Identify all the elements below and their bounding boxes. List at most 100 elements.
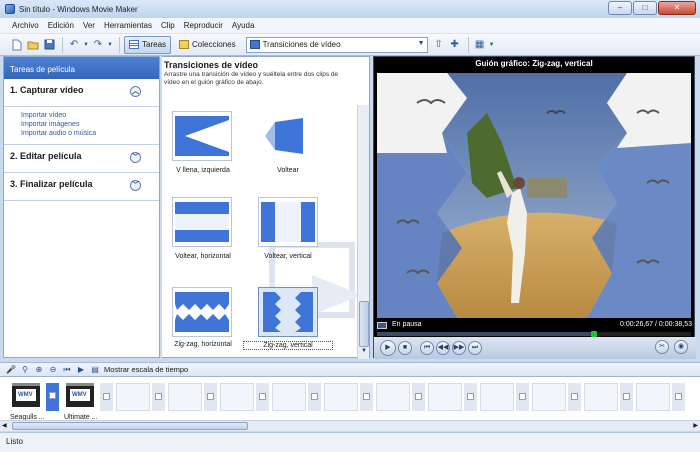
transition-cell-icon <box>623 393 630 400</box>
transition-cell[interactable] <box>464 383 477 411</box>
new-collection-icon[interactable]: ✚ <box>448 38 462 52</box>
empty-clip-cell[interactable] <box>272 383 306 411</box>
transition-thumb-v-fill-left[interactable] <box>172 111 232 161</box>
undo-dropdown-icon[interactable]: ▼ <box>83 38 89 52</box>
maximize-button[interactable]: □ <box>633 1 657 15</box>
transition-cell[interactable] <box>204 383 217 411</box>
scroll-down-icon[interactable]: ▼ <box>359 348 369 358</box>
transition-cell[interactable] <box>672 383 685 411</box>
transition-thumb-flip[interactable] <box>258 111 318 161</box>
menu-edicion[interactable]: Edición <box>48 21 74 30</box>
section-edit-movie[interactable]: 2. Editar película ﹀ <box>4 145 159 173</box>
transition-cell[interactable] <box>620 383 633 411</box>
link-import-video[interactable]: Importar vídeo <box>21 111 159 120</box>
menu-ver[interactable]: Ver <box>83 21 95 30</box>
empty-clip-cell[interactable] <box>584 383 618 411</box>
tasks-button[interactable]: Tareas <box>124 35 172 54</box>
rewind-button[interactable]: ◀◀ <box>436 341 450 355</box>
timeline-toggle-icon[interactable]: ▤ <box>90 365 100 375</box>
minimize-button[interactable]: – <box>608 1 632 15</box>
up-level-icon[interactable]: ⇧ <box>432 38 446 52</box>
transition-cell-icon <box>519 393 526 400</box>
previous-frame-button[interactable]: ⏮ <box>420 341 434 355</box>
menu-archivo[interactable]: Archivo <box>12 21 39 30</box>
scroll-right-icon[interactable]: ▶ <box>693 422 698 429</box>
transitions-scrollbar[interactable]: ▼ <box>357 105 369 359</box>
window-title: Sin título - Windows Movie Maker <box>19 4 138 14</box>
empty-clip-cell[interactable] <box>428 383 462 411</box>
section-finish-movie[interactable]: 3. Finalizar película ﹀ <box>4 173 159 201</box>
transition-thumb-flip-vertical[interactable] <box>258 197 318 247</box>
scrollbar-thumb[interactable] <box>12 422 248 430</box>
empty-clip-cell[interactable] <box>220 383 254 411</box>
play-storyboard-icon[interactable]: ▶ <box>76 365 86 375</box>
chevron-down-icon[interactable]: ﹀ <box>130 152 141 163</box>
clip-thumbnail[interactable]: WMV <box>64 381 96 411</box>
clip-thumbnail[interactable]: WMV <box>10 381 42 411</box>
redo-dropdown-icon[interactable]: ▼ <box>107 38 113 52</box>
transition-cell-icon <box>103 393 110 400</box>
close-button[interactable]: ✕ <box>658 1 696 15</box>
link-import-audio[interactable]: Importar audio o música <box>21 129 159 138</box>
scroll-left-icon[interactable]: ◀ <box>2 422 7 429</box>
scrollbar-thumb[interactable] <box>359 301 369 347</box>
new-project-icon[interactable] <box>10 38 24 52</box>
snapshot-icon[interactable]: ◉ <box>674 340 688 354</box>
empty-clip-cell[interactable] <box>324 383 358 411</box>
transition-thumb-zigzag-horizontal[interactable] <box>172 287 232 337</box>
transition-cell[interactable] <box>412 383 425 411</box>
split-clip-icon[interactable]: ✂ <box>655 340 669 354</box>
tasks-icon <box>129 40 139 49</box>
transition-cell[interactable] <box>516 383 529 411</box>
transition-cell-icon <box>675 393 682 400</box>
zoom-out-icon[interactable]: ⊖ <box>48 365 58 375</box>
transition-thumb-flip-horizontal[interactable] <box>172 197 232 247</box>
section-capture-video[interactable]: 1. Capturar vídeo ︿ <box>4 79 159 107</box>
transition-cell[interactable] <box>100 383 113 411</box>
menu-reproducir[interactable]: Reproducir <box>184 21 223 30</box>
collections-button[interactable]: Colecciones <box>174 36 241 54</box>
empty-clip-cell[interactable] <box>480 383 514 411</box>
view-options-icon[interactable]: ▦ <box>473 38 487 52</box>
zoom-in-icon[interactable]: ⊕ <box>34 365 44 375</box>
transition-cell[interactable] <box>360 383 373 411</box>
seek-bar[interactable] <box>377 331 691 337</box>
narration-icon[interactable]: 🎤 <box>6 365 16 375</box>
undo-icon[interactable]: ↶ <box>67 38 81 52</box>
next-frame-button[interactable]: ⏭ <box>468 341 482 355</box>
transition-cell[interactable] <box>152 383 165 411</box>
storyboard-toolbar: 🎤 ⚲ ⊕ ⊖ ⏮ ▶ ▤ Mostrar escala de tiempo <box>0 362 700 376</box>
menu-ayuda[interactable]: Ayuda <box>232 21 255 30</box>
empty-clip-cell[interactable] <box>636 383 670 411</box>
chevron-down-icon[interactable]: ﹀ <box>130 180 141 191</box>
view-dropdown-icon[interactable]: ▼ <box>489 38 495 52</box>
empty-clip-cell[interactable] <box>532 383 566 411</box>
menu-herramientas[interactable]: Herramientas <box>104 21 152 30</box>
empty-clip-cell[interactable] <box>376 383 410 411</box>
transitions-title: Transiciones de vídeo <box>164 60 259 70</box>
transition-label: Voltear, vertical <box>264 253 312 260</box>
transition-cell[interactable] <box>568 383 581 411</box>
preview-title: Guión gráfico: Zig-zag, vertical <box>475 59 593 68</box>
empty-clip-cell[interactable] <box>168 383 202 411</box>
chevron-up-icon[interactable]: ︿ <box>130 86 141 97</box>
transition-cell[interactable] <box>46 383 59 411</box>
redo-icon[interactable]: ↷ <box>91 38 105 52</box>
audio-levels-icon[interactable]: ⚲ <box>20 365 30 375</box>
save-project-icon[interactable] <box>42 38 56 52</box>
forward-button[interactable]: ▶▶ <box>452 341 466 355</box>
menu-clip[interactable]: Clip <box>161 21 175 30</box>
play-button[interactable]: ▶ <box>380 340 396 356</box>
transition-thumb-zigzag-vertical[interactable] <box>258 287 318 337</box>
timeline-toggle-label[interactable]: Mostrar escala de tiempo <box>104 365 188 374</box>
transition-cell[interactable] <box>256 383 269 411</box>
link-import-images[interactable]: Importar imágenes <box>21 120 159 129</box>
collections-folder-icon <box>179 40 190 49</box>
transition-cell[interactable] <box>308 383 321 411</box>
empty-clip-cell[interactable] <box>116 383 150 411</box>
open-project-icon[interactable] <box>26 38 40 52</box>
storyboard-scrollbar[interactable]: ◀ ▶ <box>0 420 700 431</box>
rewind-storyboard-icon[interactable]: ⏮ <box>62 365 72 375</box>
stop-button[interactable]: ■ <box>398 341 412 355</box>
collection-select[interactable]: Transiciones de vídeo ▼ <box>245 36 428 53</box>
